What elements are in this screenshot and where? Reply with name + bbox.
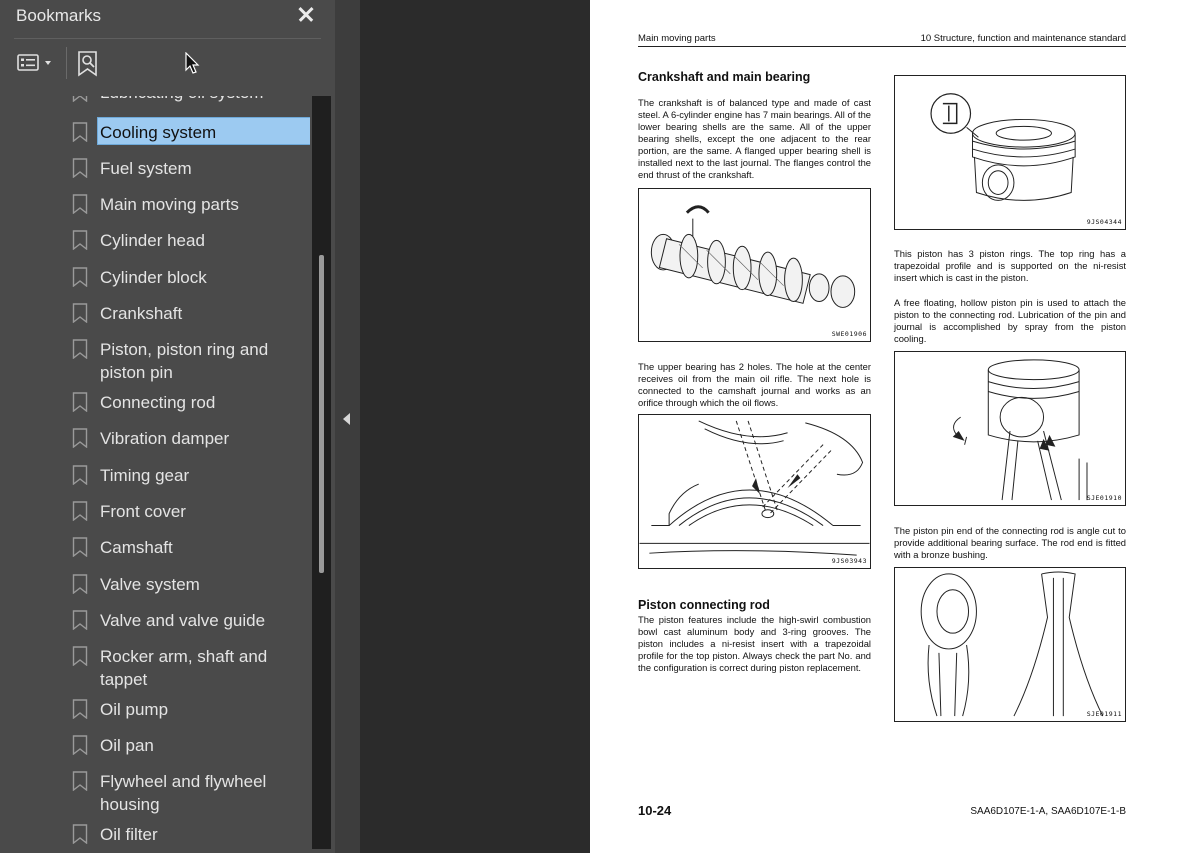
bookmark-label: Valve system xyxy=(100,575,200,594)
bookmark-icon xyxy=(72,646,88,666)
bookmark-icon xyxy=(72,96,88,102)
bookmark-label: Connecting rod xyxy=(100,393,216,412)
bookmark-label: Main moving parts xyxy=(100,195,239,214)
bookmark-label: Flywheel and flywheel housing xyxy=(100,772,267,814)
page-number: 10-24 xyxy=(638,803,672,818)
bookmarks-panel: Bookmarks Lubricating oil system Cooling … xyxy=(0,0,335,853)
piston-pin-paragraph: A free floating, hollow piston pin is us… xyxy=(894,297,1126,344)
header-rule xyxy=(638,46,1126,47)
piston-pin-figure: SJE01910 xyxy=(894,351,1126,506)
piston-rings-paragraph: This piston has 3 piston rings. The top … xyxy=(894,248,1126,283)
bookmark-icon xyxy=(72,194,88,214)
page-header-left: Main moving parts xyxy=(638,33,716,44)
bookmark-icon xyxy=(72,537,88,557)
crankshaft-figure: SWE01906 xyxy=(638,188,871,342)
figure-id: SJE01910 xyxy=(1086,494,1122,502)
figure-id: 9JS04344 xyxy=(1086,218,1122,226)
bookmark-label: Lubricating oil system xyxy=(100,96,310,104)
figure-id: 9JS03943 xyxy=(831,557,867,565)
crankshaft-paragraph: The crankshaft is of balanced type and m… xyxy=(638,97,871,180)
bookmark-icon xyxy=(72,824,88,844)
document-background xyxy=(360,0,590,853)
scrollbar-thumb[interactable] xyxy=(319,255,324,573)
bookmark-icon xyxy=(72,303,88,323)
bookmark-label: Oil pump xyxy=(100,700,169,719)
bookmark-icon xyxy=(72,158,88,178)
bookmark-label: Oil pan xyxy=(100,736,154,755)
bookmark-label: Crankshaft xyxy=(100,304,183,323)
bookmark-icon xyxy=(72,428,88,448)
panel-title: Bookmarks xyxy=(16,6,102,25)
bookmark-label: Cylinder head xyxy=(100,231,205,250)
bearing-figure: 9JS03943 xyxy=(638,414,871,569)
bookmark-icon xyxy=(72,699,88,719)
bookmark-label: Piston, piston ring and piston pin xyxy=(100,340,269,382)
mouse-pointer-icon xyxy=(185,51,201,76)
bookmark-label: Cylinder block xyxy=(100,268,207,287)
panel-splitter[interactable] xyxy=(335,0,360,853)
bookmark-icon xyxy=(72,267,88,287)
connecting-rod-paragraph: The piston pin end of the connecting rod… xyxy=(894,525,1126,560)
upper-bearing-paragraph: The upper bearing has 2 holes. The hole … xyxy=(638,361,871,408)
options-menu-button[interactable] xyxy=(16,52,56,74)
piston-figure: 9JS04344 xyxy=(894,75,1126,230)
figure-id: SWE01906 xyxy=(831,330,867,338)
bookmark-label: Cooling system xyxy=(97,117,310,145)
bookmark-icon xyxy=(72,122,88,142)
bookmark-icon xyxy=(72,230,88,250)
bookmark-label: Valve and valve guide xyxy=(100,611,266,630)
bookmark-icon xyxy=(72,392,88,412)
pdf-page: Main moving parts 10 Structure, function… xyxy=(590,0,1200,853)
model-numbers: SAA6D107E-1-A, SAA6D107E-1-B xyxy=(970,806,1126,817)
bookmark-label: Oil filter xyxy=(100,825,158,844)
bookmark-icon xyxy=(72,771,88,791)
bookmark-list: Lubricating oil system Cooling system Fuel… xyxy=(0,96,310,853)
piston-rod-paragraph: The piston features include the high-swi… xyxy=(638,614,871,673)
bookmark-label: Camshaft xyxy=(100,538,173,557)
collapse-panel-icon[interactable] xyxy=(343,413,350,425)
bookmark-icon xyxy=(72,339,88,359)
bookmark-icon xyxy=(72,610,88,630)
find-bookmark-icon xyxy=(78,51,97,77)
bookmark-label: Fuel system xyxy=(100,159,192,178)
toolbar-divider xyxy=(66,47,67,79)
chevron-down-icon xyxy=(45,61,51,65)
section-heading-crankshaft: Crankshaft and main bearing xyxy=(638,70,811,84)
close-icon[interactable] xyxy=(294,2,318,26)
figure-id: SJE01911 xyxy=(1086,710,1122,718)
bookmark-label: Front cover xyxy=(100,502,186,521)
bookmark-label: Timing gear xyxy=(100,466,190,485)
bookmark-label: Rocker arm, shaft and tappet xyxy=(100,647,268,689)
bookmark-icon xyxy=(72,501,88,521)
bookmark-icon xyxy=(72,574,88,594)
bookmark-label: Vibration damper xyxy=(100,429,230,448)
connecting-rod-figure: SJE01911 xyxy=(894,567,1126,722)
bookmark-icon xyxy=(72,735,88,755)
list-options-icon xyxy=(17,54,51,71)
find-bookmark-button[interactable] xyxy=(76,50,102,78)
section-heading-piston-rod: Piston connecting rod xyxy=(638,598,770,612)
page-header-right: 10 Structure, function and maintenance s… xyxy=(920,33,1126,44)
bookmark-icon xyxy=(72,465,88,485)
divider xyxy=(14,38,321,39)
